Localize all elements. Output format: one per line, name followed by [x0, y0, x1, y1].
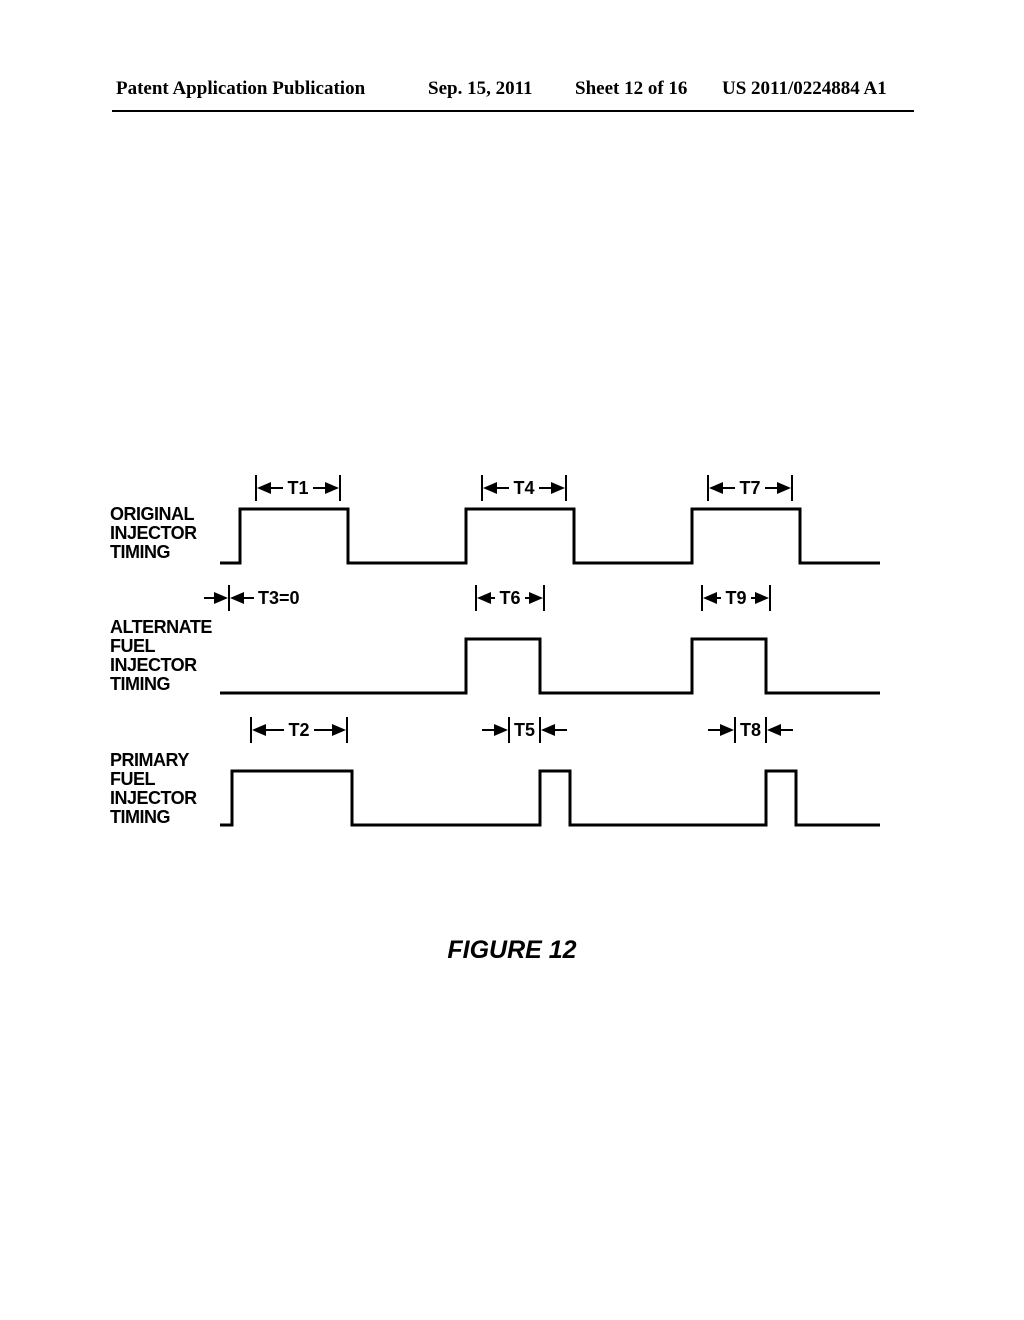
- figure-caption: FIGURE 12: [0, 936, 1024, 965]
- label-line: FUEL: [110, 770, 197, 789]
- dim-t1: T1: [238, 475, 358, 501]
- label-line: ALTERNATE: [110, 618, 212, 637]
- waveform-primary: [220, 765, 880, 827]
- dim-t7: T7: [690, 475, 810, 501]
- label-line: PRIMARY: [110, 751, 197, 770]
- label-line: TIMING: [110, 808, 197, 827]
- row-label-original: ORIGINAL INJECTOR TIMING: [110, 505, 197, 562]
- row-label-alternate: ALTERNATE FUEL INJECTOR TIMING: [110, 618, 212, 694]
- dim-t5-label: T5: [510, 720, 539, 741]
- dim-t7-label: T7: [735, 478, 764, 499]
- page: Patent Application Publication Sep. 15, …: [0, 0, 1024, 1320]
- header-publication-number: US 2011/0224884 A1: [722, 78, 887, 100]
- dim-t1-label: T1: [283, 478, 312, 499]
- dim-t6: T6: [464, 585, 556, 611]
- label-line: ORIGINAL: [110, 505, 197, 524]
- dim-t9-label: T9: [721, 588, 750, 609]
- dim-t6-label: T6: [495, 588, 524, 609]
- label-line: FUEL: [110, 637, 212, 656]
- header-publication-label: Patent Application Publication: [116, 78, 365, 100]
- timing-diagram: ORIGINAL INJECTOR TIMING T1 T4 T7: [110, 475, 914, 935]
- dim-t2: T2: [230, 717, 368, 743]
- waveform-original: [220, 503, 880, 565]
- label-line: INJECTOR: [110, 524, 197, 543]
- dim-t9: T9: [690, 585, 782, 611]
- row-label-primary: PRIMARY FUEL INJECTOR TIMING: [110, 751, 197, 827]
- label-line: TIMING: [110, 543, 197, 562]
- dim-t4: T4: [464, 475, 584, 501]
- dim-t8-label: T8: [736, 720, 765, 741]
- label-line: INJECTOR: [110, 656, 212, 675]
- dim-t3-label: T3=0: [254, 588, 304, 609]
- label-line: TIMING: [110, 675, 212, 694]
- dim-t5: T5: [482, 717, 567, 743]
- waveform-alternate: [220, 633, 880, 695]
- label-line: INJECTOR: [110, 789, 197, 808]
- dim-t4-label: T4: [509, 478, 538, 499]
- dim-t2-label: T2: [284, 720, 313, 741]
- header-date: Sep. 15, 2011: [428, 78, 533, 100]
- header-rule: [112, 110, 914, 112]
- header-sheet: Sheet 12 of 16: [575, 78, 687, 100]
- dim-t3: T3=0: [204, 585, 304, 611]
- dim-t8: T8: [708, 717, 793, 743]
